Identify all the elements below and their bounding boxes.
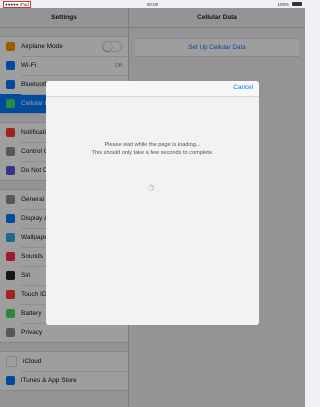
- status-bar: ●●●●● iPad 00:00 100%: [0, 0, 305, 8]
- cancel-button[interactable]: Cancel: [233, 84, 253, 91]
- loading-message: Please wait while the page is loading...…: [46, 141, 259, 157]
- dialog-body: Please wait while the page is loading...…: [46, 97, 259, 325]
- battery-icon: [292, 2, 302, 6]
- loading-dialog: Cancel Please wait while the page is loa…: [46, 81, 259, 325]
- clock-label: 00:00: [146, 1, 159, 7]
- battery-percentage: 100%: [277, 1, 289, 7]
- loading-message-line-1: Please wait while the page is loading...: [104, 142, 201, 148]
- dialog-nav-bar: Cancel: [46, 81, 259, 97]
- loading-message-line-2: This should only take a few seconds to c…: [91, 150, 214, 156]
- spinner-icon: [147, 184, 155, 192]
